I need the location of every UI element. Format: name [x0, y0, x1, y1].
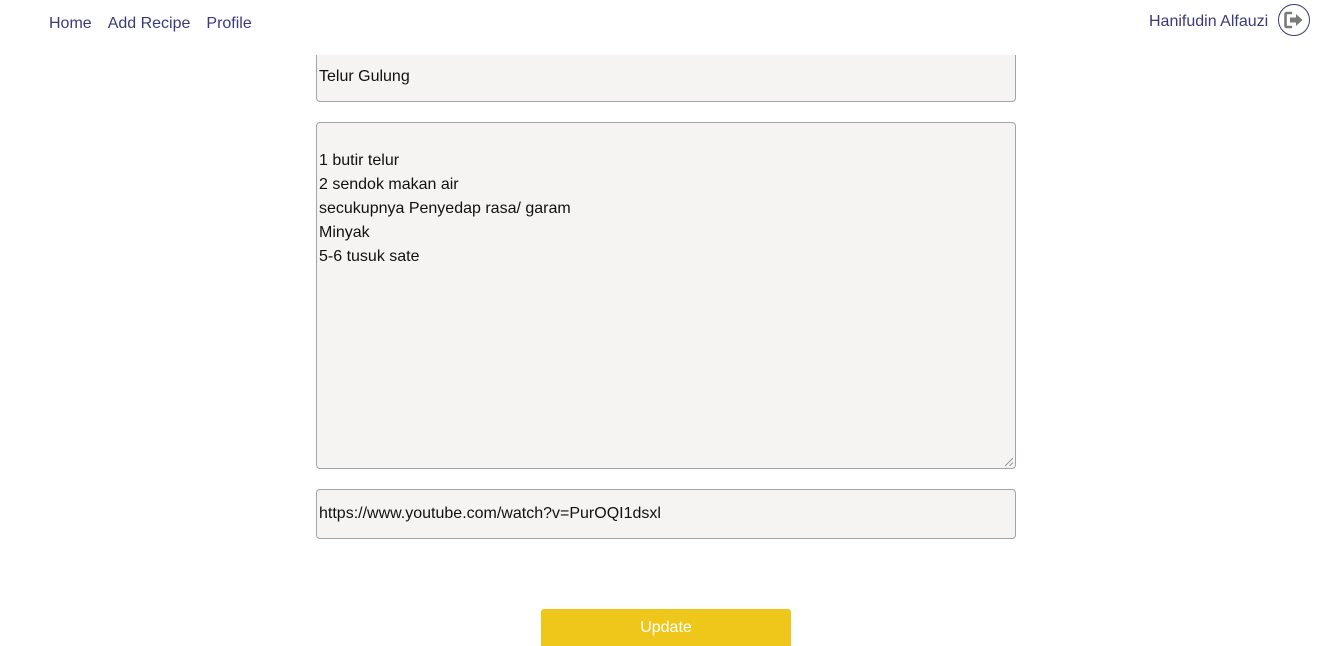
sign-out-icon	[1284, 11, 1303, 29]
ingredients-textarea[interactable]: 1 butir telur 2 sendok makan air secukup…	[316, 122, 1016, 469]
edit-recipe-form: Telur Gulung 1 butir telur 2 sendok maka…	[0, 0, 1340, 646]
video-url-value: https://www.youtube.com/watch?v=PurOQI1d…	[319, 505, 661, 522]
logout-button[interactable]	[1278, 4, 1310, 36]
nav-links: Home Add Recipe Profile	[49, 14, 268, 34]
ingredients-value: 1 butir telur 2 sendok makan air secukup…	[319, 152, 571, 265]
top-navbar: Home Add Recipe Profile Hanifudin Alfauz…	[0, 0, 1340, 55]
user-name: Hanifudin Alfauzi	[1149, 13, 1269, 30]
nav-home-link[interactable]: Home	[49, 14, 92, 34]
page: Telur Gulung 1 butir telur 2 sendok maka…	[0, 0, 1340, 646]
resize-handle-icon[interactable]	[1005, 458, 1013, 466]
nav-profile-link[interactable]: Profile	[206, 14, 251, 34]
video-url-input[interactable]: https://www.youtube.com/watch?v=PurOQI1d…	[316, 489, 1016, 539]
update-button[interactable]: Update	[541, 609, 791, 646]
recipe-title-value: Telur Gulung	[319, 68, 410, 85]
nav-add-recipe-link[interactable]: Add Recipe	[108, 14, 191, 34]
